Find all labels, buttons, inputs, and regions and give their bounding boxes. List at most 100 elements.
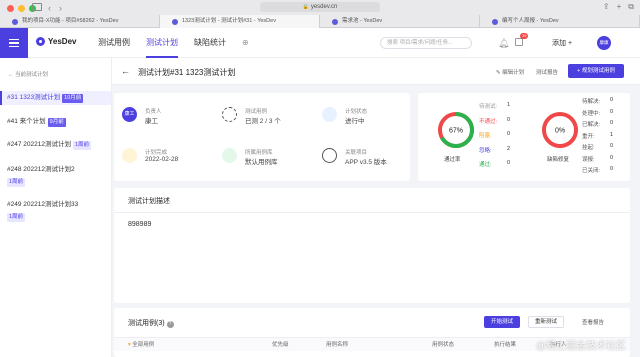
browser-tab[interactable]: 需求池 - YesDev bbox=[320, 15, 480, 28]
app-header: YesDev 测试用例 测试计划 缺陷统计 ⊕ 搜索 项目/需求/问题/任务..… bbox=[0, 28, 640, 58]
nav-defect-stats[interactable]: 缺陷统计 bbox=[194, 28, 226, 58]
legend-value: 2 bbox=[507, 145, 511, 152]
start-test-button[interactable]: 开始测试 bbox=[484, 316, 520, 328]
status-label: 计划状态 bbox=[345, 109, 368, 115]
user-avatar[interactable]: 康康 bbox=[597, 36, 611, 50]
yesdev-favicon-icon bbox=[12, 19, 18, 25]
calendar-done-icon bbox=[122, 148, 137, 163]
bell-icon[interactable]: 🔔︎ bbox=[498, 38, 509, 49]
test-report-link[interactable]: 测试报告 bbox=[536, 68, 558, 76]
time-tag: 10月前 bbox=[62, 94, 84, 103]
project-icon bbox=[322, 148, 337, 163]
sidebar-item-plan-247[interactable]: #247 202212测试计划 1周前 bbox=[0, 138, 111, 152]
time-tag: 9月前 bbox=[47, 118, 66, 127]
global-search-input[interactable]: 搜索 项目/需求/问题/任务... bbox=[380, 37, 472, 49]
pass-percent: 67% bbox=[449, 128, 463, 135]
legend-value: 1 bbox=[507, 102, 511, 108]
sidebar-item-plan-41[interactable]: #41 来个计划 9月前 bbox=[0, 115, 111, 129]
url-text: yesdev.cn bbox=[310, 4, 338, 10]
legend-label: 处理中: bbox=[582, 110, 601, 117]
pass-rate-ring: 67% bbox=[438, 112, 474, 148]
legend-value: 0 bbox=[610, 108, 614, 115]
sidebar-item-plan-31[interactable]: #31 1323测试计划 10月前 bbox=[0, 91, 111, 105]
project-value: APP v3.5 版本 bbox=[345, 159, 387, 166]
sidebar-item-label: #249 202212测试计划33 bbox=[7, 201, 79, 208]
view-report-link[interactable]: 查看报告 bbox=[582, 318, 604, 326]
legend-label: 重开: bbox=[582, 133, 595, 140]
edit-plan-button[interactable]: ✎ 编辑计划 bbox=[496, 68, 524, 76]
calendar-icon[interactable] bbox=[515, 38, 523, 46]
retest-button[interactable]: 重新测试 bbox=[528, 316, 564, 328]
tab-strip: 我的项目-X功能 - 项目#58262 - YesDev 1323测试计划 - … bbox=[0, 15, 640, 28]
stats-card: 67% 通过率 待测试: 1 不通过: 0 阻塞: 0 忽略: 2 通过: 0 0% 缺陷修复 待… bbox=[418, 93, 630, 181]
col-case-status: 用例状态 bbox=[432, 342, 455, 348]
browser-tab-active[interactable]: 1323测试计划 - 测试计划#31 - YesDev bbox=[160, 15, 320, 28]
back-icon[interactable]: ‹ bbox=[48, 3, 51, 13]
main-nav: 测试用例 测试计划 缺陷统计 ⊕ bbox=[98, 28, 249, 58]
menu-icon[interactable] bbox=[0, 28, 28, 58]
description-title: 测试计划描述 bbox=[128, 198, 170, 205]
app-logo[interactable]: YesDev bbox=[36, 37, 76, 46]
legend-value: 0 bbox=[507, 160, 511, 166]
nav-test-cases[interactable]: 测试用例 bbox=[98, 28, 130, 58]
project-label: 关联项目 bbox=[345, 150, 368, 156]
cases-label: 测试用例 bbox=[245, 109, 268, 115]
legend-row: 误报: 0 bbox=[582, 155, 613, 163]
library-value: 默认用例库 bbox=[245, 159, 278, 166]
time-tag: 1周前 bbox=[7, 178, 26, 187]
col-result: 执行结果 bbox=[494, 342, 517, 348]
legend-row: 不通过: 0 bbox=[479, 117, 510, 125]
forward-icon[interactable]: › bbox=[59, 3, 62, 13]
legend-row: 重开: 1 bbox=[582, 132, 613, 140]
tab-title: 1323测试计划 - 测试计划#31 - YesDev bbox=[182, 18, 276, 24]
sidebar-back-link[interactable]: ← 当前测试计划 bbox=[8, 70, 48, 78]
share-icon[interactable]: ⇪ bbox=[603, 2, 610, 12]
sidebar-item-label: #41 来个计划 bbox=[7, 118, 46, 125]
notification-badge: 39 bbox=[520, 33, 529, 39]
legend-label: 误报: bbox=[582, 156, 595, 163]
pass-rate-caption: 通过率 bbox=[444, 157, 461, 163]
browser-tab[interactable]: 我的项目-X功能 - 项目#58262 - YesDev bbox=[0, 15, 160, 28]
legend-value: 0 bbox=[507, 116, 511, 123]
sidebar-back-label: 当前测试计划 bbox=[15, 72, 49, 78]
plan-sidebar: ← 当前测试计划 #31 1323测试计划 10月前 #41 来个计划 9月前 #2… bbox=[0, 58, 112, 357]
col-priority: 优先级 bbox=[272, 342, 289, 348]
legend-row: 已关闭: 0 bbox=[582, 166, 613, 174]
legend-value: 0 bbox=[507, 131, 511, 137]
legend-row: 待测试: 1 bbox=[479, 102, 510, 110]
add-nav-icon[interactable]: ⊕ bbox=[242, 28, 249, 58]
new-tab-icon[interactable]: + bbox=[617, 2, 622, 12]
legend-label: 待测试: bbox=[479, 104, 498, 110]
add-menu[interactable]: 添加 + bbox=[552, 38, 572, 48]
legend-row: 挂起: 0 bbox=[582, 143, 613, 151]
plan-test-cases-button[interactable]: + 规划测试用例 bbox=[568, 64, 624, 78]
edit-plan-label: 编辑计划 bbox=[502, 70, 525, 76]
sidebar-item-plan-248[interactable]: #248 202212测试计划2 1周前 bbox=[0, 164, 111, 188]
tab-overview-icon[interactable]: ⧉ bbox=[628, 2, 634, 12]
status-value: 进行中 bbox=[345, 118, 365, 125]
close-window-button[interactable] bbox=[7, 5, 14, 12]
nav-test-plans[interactable]: 测试计划 bbox=[146, 28, 178, 58]
minimize-window-button[interactable] bbox=[18, 5, 25, 12]
col-all-cases-label: 全部用例 bbox=[132, 342, 155, 348]
address-bar[interactable]: 🔒 yesdev.cn bbox=[260, 2, 380, 12]
browser-chrome: ‹ › 🔒 yesdev.cn ⇪ + ⧉ 我的项目-X功能 - 项目#58262… bbox=[0, 0, 640, 28]
legend-label: 阻塞: bbox=[479, 133, 492, 139]
done-value: 2022-02-28 bbox=[145, 156, 179, 163]
bug-fix-ring: 0% bbox=[542, 112, 578, 148]
col-all-cases[interactable]: ▾ 全部用例 bbox=[128, 338, 154, 352]
help-icon[interactable]: ? bbox=[166, 321, 174, 328]
cases-title: 测试用例(3)? bbox=[128, 318, 174, 328]
browser-tab[interactable]: 编写个人周报 - YesDev bbox=[480, 15, 640, 28]
description-card: 测试计划描述 898989 bbox=[114, 188, 630, 303]
yesdev-favicon-icon bbox=[332, 19, 338, 25]
back-arrow-icon[interactable]: ← bbox=[121, 66, 130, 76]
sidebar-item-label: #31 1323测试计划 bbox=[7, 94, 61, 101]
sidebar-item-plan-249[interactable]: #249 202212测试计划33 1周前 bbox=[0, 199, 111, 223]
sidebar-item-label: #248 202212测试计划2 bbox=[7, 166, 75, 173]
sidebar-toggle-icon[interactable] bbox=[32, 3, 42, 11]
yesdev-logo-icon bbox=[36, 37, 45, 46]
page-title: 测试计划#31 1323测试计划 bbox=[138, 68, 236, 77]
library-icon bbox=[222, 148, 237, 163]
legend-label: 挂起: bbox=[582, 145, 595, 151]
